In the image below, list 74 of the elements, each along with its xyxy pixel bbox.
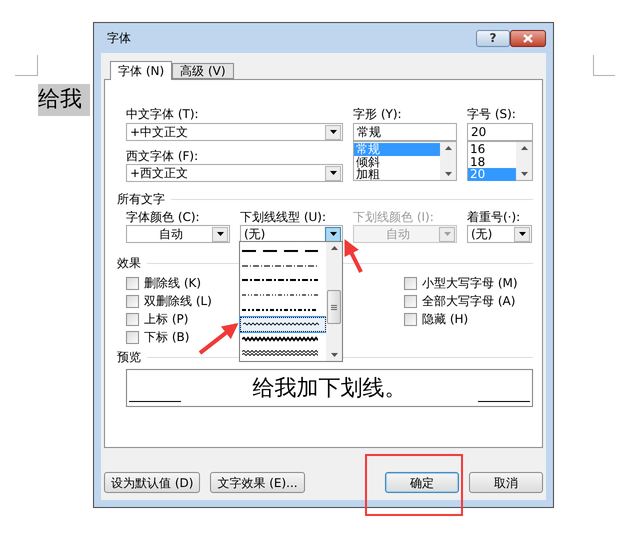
checkbox-label: 双删除线 (L) — [144, 293, 212, 310]
section-title: 效果 — [117, 255, 141, 272]
dropdown-field[interactable]: 自动 — [126, 225, 230, 243]
scrollbar[interactable] — [440, 142, 456, 180]
document-text: 给我 — [38, 84, 90, 116]
list-item[interactable]: 加粗 — [354, 168, 440, 180]
field-label: 字形 (Y): — [353, 106, 403, 122]
field-label: 字体颜色 (C): — [126, 209, 201, 225]
dropdown-button[interactable] — [325, 124, 341, 140]
list-item[interactable]: 倾斜 — [354, 156, 440, 168]
field-label: 下划线线型 (U): — [240, 209, 328, 225]
list-item[interactable]: 18 — [468, 156, 516, 168]
line-style-option[interactable] — [240, 316, 326, 332]
checkbox[interactable] — [126, 276, 139, 290]
section-title: 所有文字 — [117, 191, 165, 208]
list-box[interactable]: 常规 倾斜 加粗 — [353, 141, 457, 181]
scroll-up-icon — [444, 146, 452, 150]
checkbox-label: 全部大写字母 (A) — [422, 293, 516, 310]
scrollbar[interactable] — [516, 142, 532, 180]
checkbox[interactable] — [404, 276, 417, 290]
caret-icon — [518, 232, 526, 236]
field-label: 中文字体 (T): — [126, 106, 200, 122]
caret-icon — [444, 232, 450, 236]
help-button[interactable]: ? — [476, 30, 510, 46]
checkbox-label: 小型大写字母 (M) — [422, 275, 518, 292]
section-title: 预览 — [117, 349, 141, 366]
list-box[interactable]: 16 18 20 — [467, 141, 533, 181]
scroll-down-icon — [520, 172, 528, 176]
list-item[interactable]: 16 — [468, 143, 516, 156]
field-label: 西文字体 (F): — [126, 148, 200, 164]
checkbox-label: 删除线 (K) — [144, 275, 202, 292]
checkbox[interactable] — [126, 330, 139, 344]
checkbox-label: 上标 (P) — [144, 311, 188, 328]
dropdown-field[interactable]: +西文正文 — [126, 164, 343, 182]
margin-mark — [15, 55, 38, 76]
dropdown-button[interactable] — [325, 226, 341, 242]
checkbox[interactable] — [404, 294, 417, 308]
checkbox[interactable] — [404, 312, 417, 326]
annotation-arrow — [198, 323, 239, 355]
field-label: 字号 (S): — [467, 106, 517, 122]
preview-text: 给我加下划线。 — [252, 375, 406, 403]
caret-icon — [216, 232, 224, 236]
scroll-up-icon — [520, 146, 528, 150]
checkbox-label: 隐藏 (H) — [422, 311, 468, 328]
checkbox[interactable] — [126, 312, 139, 326]
dialog-button[interactable]: 文字效果 (E)... — [210, 472, 305, 493]
caret-icon — [330, 232, 336, 236]
text-field[interactable]: 常规 — [353, 123, 457, 141]
window-title: 字体 — [107, 30, 132, 47]
scrollbar[interactable] — [326, 242, 342, 361]
dropdown-button[interactable] — [325, 166, 341, 180]
field-label: 着重号(·): — [467, 209, 522, 225]
dropdown-button[interactable] — [212, 226, 228, 242]
checkbox[interactable] — [126, 294, 139, 308]
caret-icon — [330, 130, 336, 134]
tab[interactable]: 高级 (V) — [172, 63, 234, 79]
margin-mark — [593, 55, 615, 76]
close-button[interactable] — [510, 30, 546, 46]
scroll-up-icon — [330, 246, 338, 250]
scroll-thumb[interactable] — [327, 290, 341, 324]
dialog-button[interactable]: 设为默认值 (D) — [104, 472, 200, 493]
annotation-arrow — [344, 239, 363, 273]
close-icon — [523, 34, 533, 42]
dialog-button[interactable]: 取消 — [469, 472, 543, 493]
tab[interactable]: 字体 (N) — [110, 61, 172, 80]
dropdown-button[interactable] — [514, 226, 530, 242]
dialog-button[interactable]: 确定 — [385, 472, 459, 493]
field-label: 下划线颜色 (I): — [353, 209, 435, 225]
caret-icon — [330, 171, 336, 175]
scroll-down-icon — [444, 172, 452, 176]
checkbox-label: 下标 (B) — [144, 329, 190, 346]
text-field[interactable]: 20 — [467, 123, 533, 141]
dropdown-field[interactable]: (无) — [467, 225, 532, 243]
dropdown-field[interactable]: +中文正文 — [126, 123, 343, 141]
